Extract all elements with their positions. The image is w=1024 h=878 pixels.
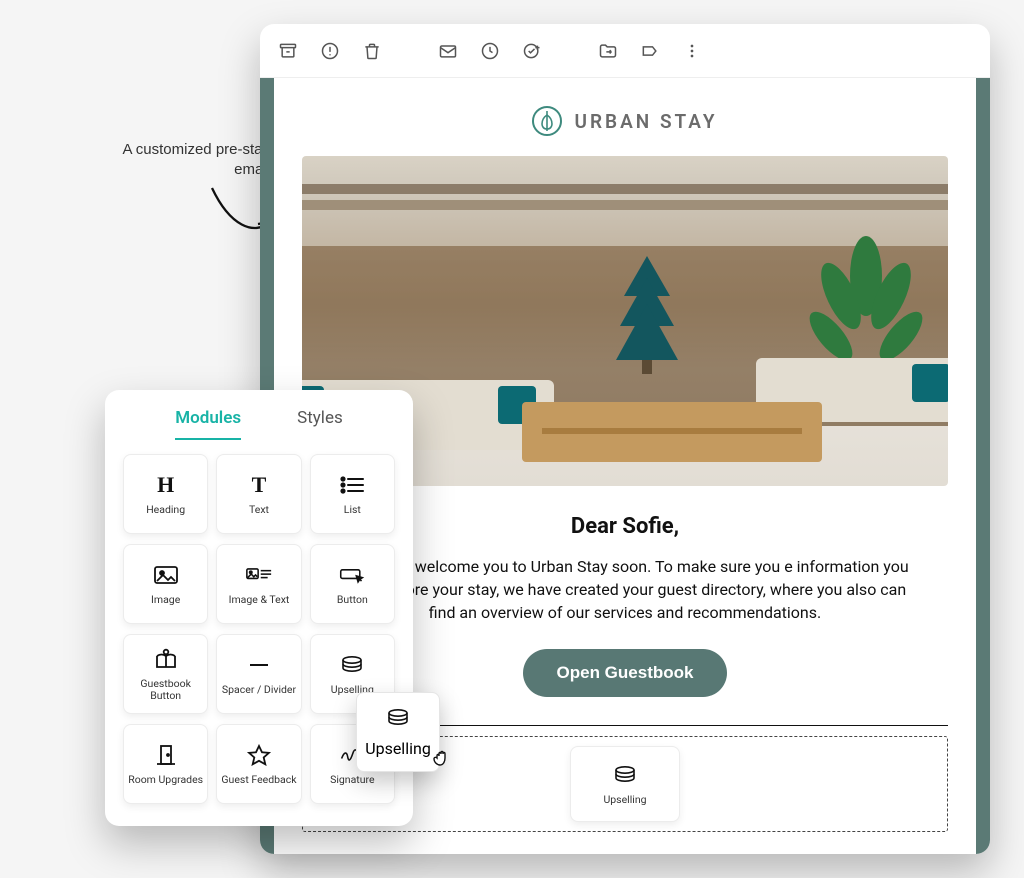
tab-modules[interactable]: Modules (175, 408, 241, 440)
list-icon (339, 472, 365, 498)
annotation-label: A customized pre-stay email (120, 140, 270, 179)
more-icon[interactable] (682, 41, 702, 61)
email-body-text: excited to welcome you to Urban Stay soo… (335, 555, 915, 625)
module-label: Button (337, 594, 368, 606)
door-icon (153, 742, 179, 768)
open-guestbook-button[interactable]: Open Guestbook (523, 649, 728, 697)
snooze-icon[interactable] (480, 41, 500, 61)
coffee-table-decor (522, 402, 822, 462)
module-label: Signature (330, 774, 374, 786)
star-icon (246, 742, 272, 768)
labels-icon[interactable] (640, 41, 660, 61)
module-label: Image & Text (229, 594, 290, 606)
module-text[interactable]: T Text (216, 454, 301, 534)
image-text-icon (246, 562, 272, 588)
module-label: Spacer / Divider (222, 684, 296, 696)
mark-unread-icon[interactable] (438, 41, 458, 61)
add-task-icon[interactable] (522, 41, 542, 61)
dropzone-module-label: Upselling (603, 794, 646, 806)
grab-cursor-icon (432, 746, 454, 768)
dragging-module-label: Upselling (365, 739, 431, 758)
coins-icon (339, 652, 365, 678)
module-label: Room Upgrades (128, 774, 203, 786)
image-icon (153, 562, 179, 588)
panel-tabs: Modules Styles (123, 408, 395, 440)
module-image-text[interactable]: Image & Text (216, 544, 301, 624)
guestbook-icon (153, 646, 179, 672)
module-heading[interactable]: H Heading (123, 454, 208, 534)
email-toolbar (260, 24, 990, 78)
text-icon: T (252, 472, 267, 498)
coins-icon (385, 707, 411, 733)
module-label: Text (249, 504, 269, 516)
move-to-icon[interactable] (598, 41, 618, 61)
email-greeting: Dear Sofie, (571, 514, 679, 539)
delete-icon[interactable] (362, 41, 382, 61)
brand: URBAN STAY (532, 106, 717, 136)
module-label: Heading (146, 504, 185, 516)
module-grid: H Heading T Text List Image Image & Text… (123, 454, 395, 804)
module-label: List (344, 504, 361, 516)
tab-styles[interactable]: Styles (297, 408, 343, 440)
xmas-tree-decor (612, 256, 682, 376)
coins-icon (612, 762, 638, 788)
heading-icon: H (157, 472, 174, 498)
module-label: Guestbook Button (124, 678, 207, 701)
module-room-upgrades[interactable]: Room Upgrades (123, 724, 208, 804)
button-icon (339, 562, 365, 588)
brand-logo-icon (532, 106, 562, 136)
module-spacer-divider[interactable]: Spacer / Divider (216, 634, 301, 714)
dropzone-module-card[interactable]: Upselling (570, 746, 680, 822)
archive-icon[interactable] (278, 41, 298, 61)
module-list[interactable]: List (310, 454, 395, 534)
module-guestbook-button[interactable]: Guestbook Button (123, 634, 208, 714)
divider-icon (246, 652, 272, 678)
report-spam-icon[interactable] (320, 41, 340, 61)
module-label: Guest Feedback (221, 774, 296, 786)
module-guest-feedback[interactable]: Guest Feedback (216, 724, 301, 804)
module-button[interactable]: Button (310, 544, 395, 624)
dragging-module-card[interactable]: Upselling (356, 692, 440, 772)
brand-name: URBAN STAY (574, 110, 717, 133)
module-image[interactable]: Image (123, 544, 208, 624)
module-label: Image (151, 594, 180, 606)
